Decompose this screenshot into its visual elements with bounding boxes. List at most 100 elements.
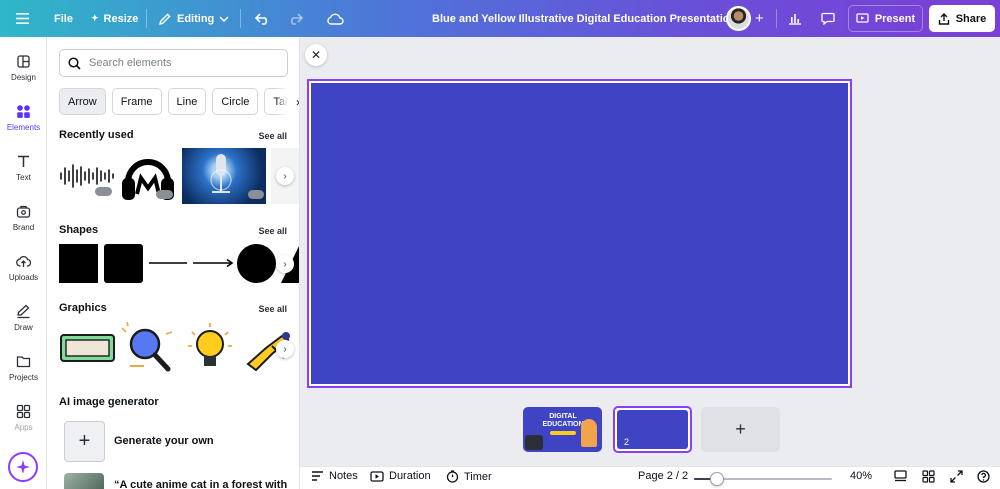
microphone-photo-thumbnail[interactable] [182, 148, 266, 204]
page-thumbnail-2[interactable]: 2 [613, 406, 692, 453]
recent-title: Recently used [59, 129, 134, 141]
shapes-see-all[interactable]: See all [258, 226, 287, 236]
rail-item-design[interactable]: Design [0, 54, 47, 82]
prompt-example-text: “A cute anime cat in a forest with [114, 479, 288, 489]
add-page-button[interactable]: + [701, 407, 780, 452]
rounded-square-shape[interactable] [104, 244, 143, 283]
help-button[interactable] [977, 470, 990, 483]
insights-button[interactable] [781, 5, 809, 32]
file-menu[interactable]: File [54, 0, 73, 37]
filter-chips: Arrow Frame Line Circle Table [59, 88, 299, 116]
graphics-see-all[interactable]: See all [258, 304, 287, 314]
uploads-icon [16, 255, 31, 267]
chip-frame[interactable]: Frame [111, 88, 162, 115]
line-shape[interactable] [148, 258, 188, 268]
zoom-level[interactable]: 40% [850, 470, 872, 482]
pages-view-button[interactable] [894, 470, 907, 482]
design-page[interactable] [307, 79, 852, 388]
rail-item-elements[interactable]: Elements [0, 104, 47, 132]
headphones-thumbnail[interactable] [120, 150, 176, 204]
frame-graphic[interactable] [59, 332, 116, 364]
rail-item-uploads[interactable]: Uploads [0, 254, 47, 282]
zoom-slider-thumb[interactable] [710, 472, 725, 486]
present-button[interactable]: Present [848, 5, 923, 32]
rail-item-text[interactable]: Text [0, 154, 47, 182]
generate-label: Generate your own [114, 435, 214, 447]
rail-label: Apps [14, 423, 33, 432]
arrow-line-shape[interactable] [192, 258, 234, 268]
recent-see-all[interactable]: See all [258, 131, 287, 141]
circle-shape[interactable] [237, 244, 276, 283]
notes-button[interactable]: Notes [311, 470, 358, 482]
sound-wave-thumbnail[interactable] [59, 156, 117, 196]
pages-icon [894, 470, 907, 482]
grid-icon [922, 470, 935, 483]
user-avatar[interactable] [726, 0, 751, 37]
help-icon [977, 470, 990, 483]
page-background[interactable] [311, 83, 848, 384]
ai-generator-title: AI image generator [59, 396, 159, 408]
close-panel-button[interactable]: ✕ [305, 44, 327, 66]
search-placeholder: Search elements [89, 57, 172, 69]
brand-icon [16, 205, 31, 218]
rail-item-brand[interactable]: Brand [0, 204, 47, 232]
divider [776, 9, 777, 28]
light-bulb-graphic[interactable] [184, 320, 236, 378]
chip-arrow[interactable]: Arrow [59, 88, 106, 115]
document-title-text: Blue and Yellow Illustrative Digital Edu… [432, 12, 737, 25]
graphics-next-button[interactable]: › [276, 340, 294, 358]
plus-icon: + [755, 10, 764, 27]
redo-button[interactable] [287, 0, 303, 37]
apps-icon [16, 404, 31, 419]
magic-assistant-button[interactable] [8, 452, 38, 482]
top-toolbar: File ✦ Resize Editing Blue and Yellow Il… [0, 0, 1000, 37]
zoom-level-text: 40% [850, 470, 873, 482]
duration-button[interactable]: Duration [370, 470, 431, 482]
design-icon [17, 55, 30, 68]
rail-label: Elements [6, 123, 41, 132]
chip-circle[interactable]: Circle [212, 88, 259, 115]
thumb-illustration [525, 435, 543, 450]
rail-item-draw[interactable]: Draw [0, 304, 47, 332]
search-input[interactable]: Search elements [59, 49, 288, 77]
page-indicator-text: Page 2 / 2 [638, 470, 689, 482]
thumbnail-2-inner: 2 [617, 410, 688, 449]
generate-thumbnail: + [64, 421, 105, 462]
fullscreen-button[interactable] [950, 470, 963, 483]
comments-button[interactable] [814, 5, 842, 32]
draw-icon [17, 304, 30, 319]
generate-your-own-button[interactable]: + Generate your own [59, 421, 288, 463]
undo-button[interactable] [255, 0, 271, 37]
page-indicator[interactable]: Page 2 / 2 [638, 470, 688, 482]
menu-button[interactable] [16, 0, 29, 37]
grid-view-button[interactable] [922, 470, 935, 483]
chevron-right-icon: › [283, 343, 287, 355]
editing-mode-dropdown[interactable]: Editing [158, 0, 229, 37]
recent-next-button[interactable]: › [276, 167, 294, 185]
rail-item-projects[interactable]: Projects [0, 354, 47, 382]
cat-image-thumbnail [64, 473, 104, 489]
hamburger-icon [16, 13, 29, 24]
shapes-next-button[interactable]: › [276, 255, 294, 273]
document-title[interactable]: Blue and Yellow Illustrative Digital Edu… [432, 0, 736, 37]
share-button[interactable]: Share [929, 5, 995, 32]
chip-line[interactable]: Line [167, 88, 207, 115]
zoom-slider[interactable] [694, 472, 832, 486]
magnifier-graphic[interactable] [120, 322, 176, 374]
page-thumbnail-1[interactable]: DIGITAL EDUCATION [523, 407, 602, 452]
ai-prompt-example[interactable]: “A cute anime cat in a forest with [59, 471, 299, 489]
page-number: 2 [624, 437, 630, 447]
resize-button[interactable]: ✦ Resize [91, 0, 138, 37]
timer-button[interactable]: Timer [446, 470, 492, 483]
cloud-save-status[interactable] [326, 0, 344, 37]
invite-button[interactable]: + [755, 0, 764, 37]
divider [240, 9, 241, 28]
square-shape[interactable] [59, 244, 98, 283]
thumb-yellow-bar [550, 431, 576, 435]
rail-label: Text [16, 173, 31, 182]
bottom-bar: Notes Duration Timer Page 2 / 2 40% [300, 466, 1000, 489]
rail-item-apps[interactable]: Apps [0, 404, 47, 432]
avatar [726, 6, 751, 31]
elements-icon [17, 105, 30, 118]
chips-scroll-right[interactable]: › [276, 88, 299, 115]
